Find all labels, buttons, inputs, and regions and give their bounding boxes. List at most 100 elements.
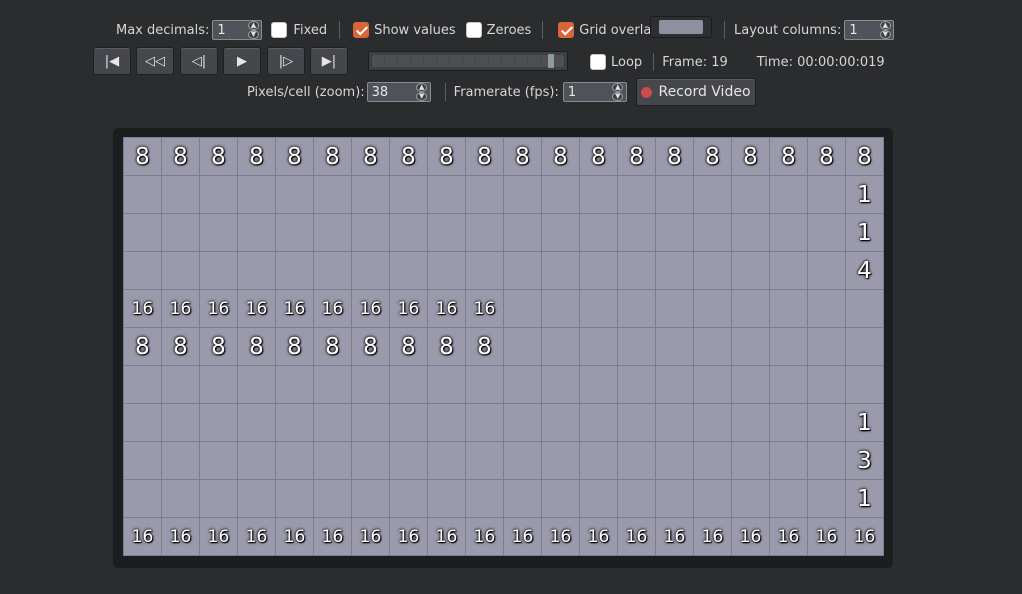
grid-cell [580,404,618,442]
grid-cell [542,328,580,366]
grid-cell [466,176,504,214]
first-frame-button[interactable]: |◀ [93,47,131,75]
play-button[interactable]: ▶ [223,47,261,75]
grid-cell [466,366,504,404]
grid-cell [466,480,504,518]
rewind-icon: ◁◁ [145,53,165,69]
chevron-up-icon[interactable]: ▲ [879,21,891,30]
chevron-down-icon[interactable]: ▼ [612,92,624,101]
grid-overlay-checkbox[interactable] [558,22,575,38]
grid-cell [656,480,694,518]
grid-cell [504,176,542,214]
grid-cell: 8 [466,328,504,366]
grid-cell: 8 [808,138,846,176]
step-forward-icon: |▷ [278,53,294,69]
grid-cell [770,214,808,252]
grid-cell: 8 [162,138,200,176]
grid-cell [428,214,466,252]
zoom-value: 38 [371,84,389,100]
framerate-stepper[interactable]: 1 ▲ ▼ [562,82,627,102]
chevron-down-icon[interactable]: ▼ [416,92,428,101]
value-grid[interactable]: 8 8 8 8 8 8 8 8 8 8 8 8 8 8 8 8 8 8 8 8 1 1 4 16 16 16 16 16 16 16 16 1… [123,137,884,556]
timeline-track [372,54,564,68]
grid-cell: 16 [276,290,314,328]
grid-overlay-color-swatch[interactable] [650,16,712,38]
grid-cell: 8 [238,328,276,366]
grid-cell [276,366,314,404]
grid-cell: 16 [770,518,808,556]
zoom-stepper[interactable]: 38 ▲ ▼ [366,82,431,102]
grid-cell [732,366,770,404]
grid-cell [732,252,770,290]
grid-cell: 16 [238,518,276,556]
grid-cell: 8 [656,138,694,176]
chevron-down-icon[interactable]: ▼ [247,30,259,39]
chevron-up-icon[interactable]: ▲ [416,83,428,92]
grid-cell [276,214,314,252]
grid-cell [580,290,618,328]
grid-cell [390,366,428,404]
grid-cell [314,480,352,518]
zeroes-checkbox[interactable] [465,22,482,38]
grid-cell: 16 [314,518,352,556]
grid-cell [542,480,580,518]
grid-cell [200,252,238,290]
timeline-handle[interactable] [548,54,555,68]
toolbar-row-3: Pixels/cell (zoom): 38 ▲ ▼ Framerate (fps… [247,82,638,102]
last-frame-button[interactable]: ▶| [310,47,348,75]
grid-cell: 16 [694,518,732,556]
grid-cell [694,176,732,214]
rewind-button[interactable]: ◁◁ [136,47,174,75]
grid-cell [618,214,656,252]
layout-columns-stepper[interactable]: 1 ▲ ▼ [844,20,895,40]
fixed-checkbox[interactable] [271,22,288,38]
grid-cell [200,366,238,404]
grid-cell [466,252,504,290]
grid-cell [162,442,200,480]
grid-cell [276,252,314,290]
skip-to-end-icon: ▶| [321,53,337,69]
chevron-up-icon[interactable]: ▲ [612,83,624,92]
layout-columns-value: 1 [849,22,858,38]
max-decimals-stepper[interactable]: 1 ▲ ▼ [212,20,263,40]
grid-cell: 16 [428,518,466,556]
grid-cell [314,252,352,290]
grid-cell: 8 [504,138,542,176]
grid-cell [846,290,884,328]
grid-cell [694,442,732,480]
grid-cell [314,214,352,252]
loop-checkbox[interactable] [590,54,606,70]
timeline-slider[interactable] [368,51,568,71]
grid-cell [314,404,352,442]
grid-cell [124,404,162,442]
step-back-button[interactable]: ◁| [180,47,218,75]
grid-cell [162,214,200,252]
chevron-up-icon[interactable]: ▲ [247,21,259,30]
record-video-button[interactable]: Record Video [636,78,756,106]
grid-cell [390,176,428,214]
play-icon: ▶ [237,53,247,69]
skip-to-start-icon: |◀ [104,53,120,69]
grid-cell [618,366,656,404]
grid-cell [808,290,846,328]
grid-cell [770,252,808,290]
grid-cell [124,480,162,518]
grid-cell [238,480,276,518]
grid-cell [580,252,618,290]
chevron-down-icon[interactable]: ▼ [879,30,891,39]
grid-cell: 16 [124,518,162,556]
grid-cell: 16 [504,518,542,556]
show-values-checkbox[interactable] [353,22,370,38]
grid-cell: 8 [618,138,656,176]
max-decimals-value: 1 [217,22,226,38]
grid-cell: 8 [276,328,314,366]
grid-cell: 8 [846,138,884,176]
grid-cell [770,442,808,480]
divider [444,83,446,101]
grid-cell: 16 [162,290,200,328]
framerate-label: Framerate (fps): [453,84,559,100]
grid-cell [276,442,314,480]
grid-cell [200,404,238,442]
grid-cell [732,290,770,328]
step-forward-button[interactable]: |▷ [267,47,305,75]
